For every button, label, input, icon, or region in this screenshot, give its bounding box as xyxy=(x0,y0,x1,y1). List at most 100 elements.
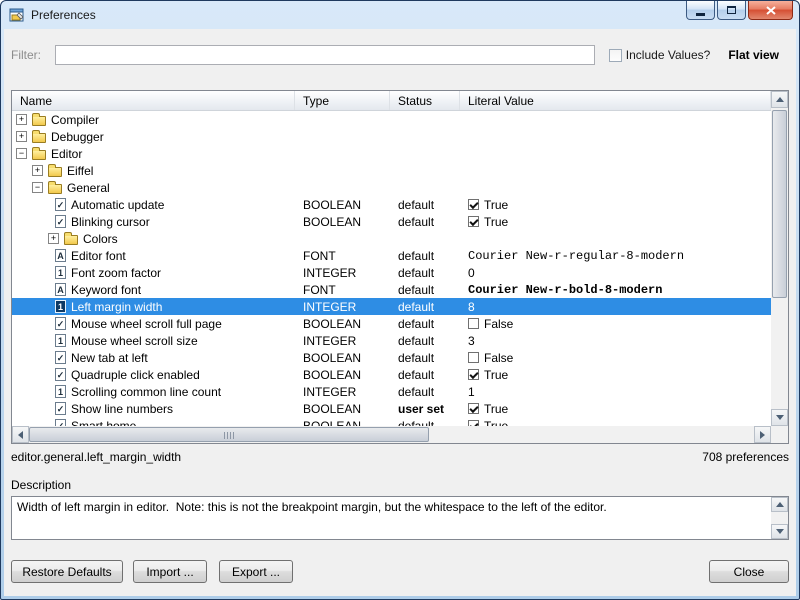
filter-input[interactable] xyxy=(55,45,595,65)
preferences-grid: Name Type Status Literal Value + Compiler… xyxy=(11,90,789,444)
flat-view-button[interactable]: Flat view xyxy=(728,48,779,62)
tree-row[interactable]: ✓Smart homeBOOLEANdefaultTrue xyxy=(12,417,771,426)
pref-name: Debugger xyxy=(51,130,104,144)
pref-type: BOOLEAN xyxy=(295,198,390,212)
column-header-name[interactable]: Name xyxy=(12,91,295,110)
minimize-button[interactable] xyxy=(686,1,715,20)
scrollbar-corner xyxy=(771,426,788,443)
collapse-icon[interactable]: − xyxy=(16,148,27,159)
pref-name: New tab at left xyxy=(71,351,148,365)
value-checkbox[interactable] xyxy=(468,352,479,363)
horizontal-scrollbar[interactable] xyxy=(12,426,771,443)
value-checkbox[interactable] xyxy=(468,403,479,414)
pref-type: BOOLEAN xyxy=(295,419,390,427)
tree-row[interactable]: −Editor xyxy=(12,145,771,162)
column-header-status[interactable]: Status xyxy=(390,91,460,110)
pref-status: default xyxy=(390,198,460,212)
maximize-button[interactable] xyxy=(717,1,746,20)
tree-row[interactable]: ✓New tab at leftBOOLEANdefaultFalse xyxy=(12,349,771,366)
scroll-right-button[interactable] xyxy=(754,426,771,443)
dialog-body: Filter: Include Values? Flat view Name T… xyxy=(4,29,796,596)
tree-row[interactable]: ✓Show line numbersBOOLEANuser setTrue xyxy=(12,400,771,417)
description-scrollbar[interactable] xyxy=(771,497,788,539)
horizontal-scroll-thumb[interactable] xyxy=(29,427,429,442)
pref-name: Compiler xyxy=(51,113,99,127)
tree-row[interactable]: ✓Mouse wheel scroll full pageBOOLEANdefa… xyxy=(12,315,771,332)
value-checkbox[interactable] xyxy=(468,318,479,329)
pref-value: True xyxy=(484,368,508,382)
expand-icon[interactable]: + xyxy=(48,233,59,244)
bool-pref-icon: ✓ xyxy=(55,419,66,426)
pref-name: General xyxy=(67,181,110,195)
folder-icon xyxy=(32,116,46,126)
folder-icon xyxy=(64,235,78,245)
expand-icon[interactable]: + xyxy=(16,114,27,125)
tree-row[interactable]: + Colors xyxy=(12,230,771,247)
tree-row[interactable]: + Debugger xyxy=(12,128,771,145)
pref-type: FONT xyxy=(295,249,390,263)
pref-type: INTEGER xyxy=(295,385,390,399)
int-pref-icon: 1 xyxy=(55,334,66,347)
value-checkbox[interactable] xyxy=(468,216,479,227)
pref-name: Colors xyxy=(83,232,118,246)
pref-value: True xyxy=(484,402,508,416)
tree-row[interactable]: +Eiffel xyxy=(12,162,771,179)
tree-row[interactable]: AEditor fontFONTdefaultCourier New-r-reg… xyxy=(12,247,771,264)
scroll-down-button[interactable] xyxy=(771,409,788,426)
pref-name: Font zoom factor xyxy=(71,266,161,280)
grid-header: Name Type Status Literal Value xyxy=(12,91,771,111)
pref-value: 1 xyxy=(468,385,475,399)
expand-icon[interactable]: + xyxy=(32,165,43,176)
window-title: Preferences xyxy=(31,8,96,22)
tree-row[interactable]: − General xyxy=(12,179,771,196)
pref-type: BOOLEAN xyxy=(295,402,390,416)
value-checkbox[interactable] xyxy=(468,369,479,380)
tree-row[interactable]: 1Scrolling common line countINTEGERdefau… xyxy=(12,383,771,400)
pref-name: Mouse wheel scroll size xyxy=(71,334,198,348)
int-pref-icon: 1 xyxy=(55,385,66,398)
folder-icon xyxy=(32,133,46,143)
description-scroll-up-button[interactable] xyxy=(771,497,788,512)
include-values-checkbox[interactable] xyxy=(609,49,622,62)
tree-row[interactable]: AKeyword fontFONTdefaultCourier New-r-bo… xyxy=(12,281,771,298)
pref-type: INTEGER xyxy=(295,334,390,348)
vertical-scroll-track[interactable] xyxy=(771,108,788,409)
scroll-left-button[interactable] xyxy=(12,426,29,443)
tree-row[interactable]: 1Font zoom factorINTEGERdefault0 xyxy=(12,264,771,281)
description-scroll-down-button[interactable] xyxy=(771,524,788,539)
restore-defaults-button[interactable]: Restore Defaults xyxy=(11,560,123,583)
column-header-literal-value[interactable]: Literal Value xyxy=(460,91,771,110)
pref-name: Left margin width xyxy=(71,300,162,314)
titlebar[interactable]: Preferences xyxy=(1,1,799,29)
arrow-down-icon xyxy=(776,415,784,420)
arrow-up-icon xyxy=(776,502,784,507)
selected-preference-path: editor.general.left_margin_width xyxy=(11,450,181,466)
pref-status: default xyxy=(390,368,460,382)
expand-icon[interactable]: + xyxy=(16,131,27,142)
close-button[interactable]: Close xyxy=(709,560,789,583)
import-button[interactable]: Import ... xyxy=(133,560,207,583)
preferences-icon[interactable] xyxy=(9,7,25,23)
tree-row[interactable]: 1Mouse wheel scroll sizeINTEGERdefault3 xyxy=(12,332,771,349)
folder-icon xyxy=(48,167,62,177)
horizontal-scroll-track[interactable] xyxy=(29,426,754,443)
pref-value: False xyxy=(484,351,513,365)
tree-row[interactable]: ✓Blinking cursorBOOLEANdefaultTrue xyxy=(12,213,771,230)
tree-row[interactable]: ✓Quadruple click enabledBOOLEANdefaultTr… xyxy=(12,366,771,383)
vertical-scroll-thumb[interactable] xyxy=(772,110,787,298)
preference-count: 708 preferences xyxy=(702,450,789,466)
vertical-scrollbar[interactable] xyxy=(771,91,788,426)
collapse-icon[interactable]: − xyxy=(32,182,43,193)
tree-row[interactable]: ✓Automatic updateBOOLEANdefaultTrue xyxy=(12,196,771,213)
pref-name: Blinking cursor xyxy=(71,215,150,229)
value-checkbox[interactable] xyxy=(468,199,479,210)
close-window-button[interactable] xyxy=(748,1,793,20)
pref-value: True xyxy=(484,215,508,229)
scroll-up-button[interactable] xyxy=(771,91,788,108)
pref-type: INTEGER xyxy=(295,300,390,314)
pref-status: default xyxy=(390,215,460,229)
export-button[interactable]: Export ... xyxy=(219,560,293,583)
tree-row[interactable]: + Compiler xyxy=(12,111,771,128)
tree-row[interactable]: 1Left margin widthINTEGERdefault8 xyxy=(12,298,771,315)
column-header-type[interactable]: Type xyxy=(295,91,390,110)
